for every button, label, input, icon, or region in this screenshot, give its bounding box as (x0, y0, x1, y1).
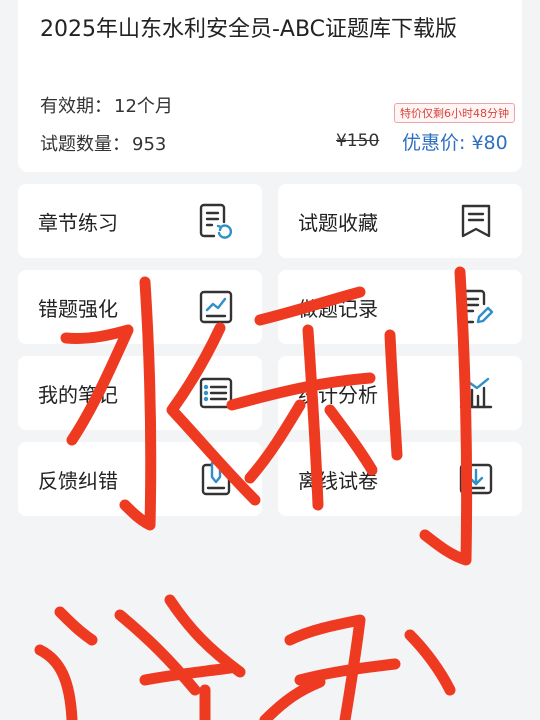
tile-wrong-question-drill[interactable]: 错题强化 (18, 270, 262, 344)
chapter-practice-icon (198, 202, 234, 240)
sale-price-value: ¥80 (471, 132, 508, 154)
trend-chart-icon (198, 288, 234, 326)
tile-label: 章节练习 (38, 211, 118, 235)
original-price: ¥150 (336, 131, 380, 151)
bookmark-icon (458, 202, 494, 240)
question-count-label: 试题数量： (40, 134, 130, 155)
tile-label: 我的笔记 (38, 383, 118, 407)
tile-statistics[interactable]: 统计分析 (278, 356, 522, 430)
record-edit-icon (458, 288, 494, 326)
tile-offline-papers[interactable]: 离线试卷 (278, 442, 522, 516)
bar-chart-icon (458, 374, 494, 412)
validity-label: 有效期： (40, 96, 112, 117)
question-count-row: 试题数量： 953 (40, 130, 166, 156)
tile-my-notes[interactable]: 我的笔记 (18, 356, 262, 430)
tile-label: 错题强化 (38, 297, 118, 321)
product-info-card: 2025年山东水利安全员-ABC证题库下载版 有效期： 12个月 试题数量： 953… (18, 0, 522, 172)
validity-row: 有效期： 12个月 (40, 92, 173, 118)
question-count-value: 953 (132, 134, 167, 155)
tile-label: 反馈纠错 (38, 469, 118, 493)
download-icon (458, 460, 494, 498)
sale-price-label: 优惠价: (402, 132, 466, 154)
tile-practice-record[interactable]: 做题记录 (278, 270, 522, 344)
tile-label: 离线试卷 (298, 469, 378, 493)
tile-question-favorites[interactable]: 试题收藏 (278, 184, 522, 258)
tile-label: 试题收藏 (298, 211, 378, 235)
product-title: 2025年山东水利安全员-ABC证题库下载版 (40, 17, 458, 42)
sale-price-block[interactable]: 优惠价: ¥80 (402, 128, 508, 155)
question-bank-page: 2025年山东水利安全员-ABC证题库下载版 有效期： 12个月 试题数量： 953… (0, 0, 540, 720)
tile-chapter-practice[interactable]: 章节练习 (18, 184, 262, 258)
notes-list-icon (198, 374, 234, 412)
tile-label: 做题记录 (298, 297, 378, 321)
validity-value: 12个月 (114, 96, 173, 117)
tile-label: 统计分析 (298, 383, 378, 407)
feedback-pen-icon (198, 460, 234, 498)
tile-feedback[interactable]: 反馈纠错 (18, 442, 262, 516)
promo-countdown-badge: 特价仅剩6小时48分钟 (394, 103, 515, 123)
